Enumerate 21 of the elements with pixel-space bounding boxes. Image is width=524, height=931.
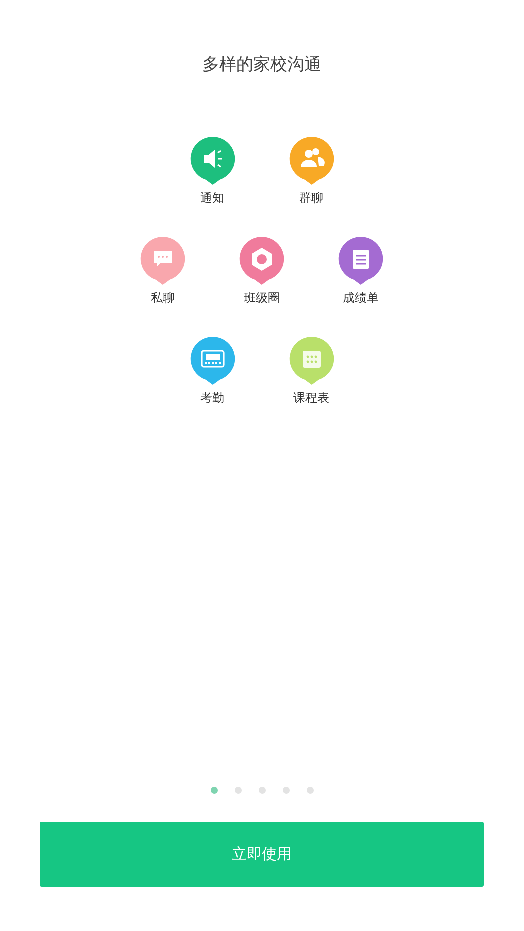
feature-label: 私聊	[151, 290, 175, 306]
feature-label: 群聊	[300, 190, 324, 206]
speaker-pin-icon[interactable]	[190, 136, 236, 186]
hexagon-pin-icon[interactable]	[239, 236, 285, 286]
calendar-pin-icon[interactable]	[288, 336, 334, 386]
page-dot[interactable]	[234, 787, 242, 794]
chat-pin-icon[interactable]	[140, 236, 186, 286]
feature-label: 通知	[200, 190, 224, 206]
page-title: 多样的家校沟通	[202, 54, 322, 76]
clock-pin-icon[interactable]	[190, 336, 236, 386]
start-button[interactable]: 立即使用	[40, 822, 484, 887]
page-dot[interactable]	[210, 787, 218, 794]
feature-label: 考勤	[200, 390, 224, 406]
page-dot[interactable]	[282, 787, 290, 794]
page-dot[interactable]	[258, 787, 266, 794]
feature-label: 成绩单	[343, 290, 379, 306]
feature-label: 课程表	[294, 390, 330, 406]
group-pin-icon[interactable]	[288, 136, 334, 186]
page-dot[interactable]	[306, 787, 314, 794]
notepad-pin-icon[interactable]	[338, 236, 384, 286]
feature-label: 班级圈	[244, 290, 280, 306]
